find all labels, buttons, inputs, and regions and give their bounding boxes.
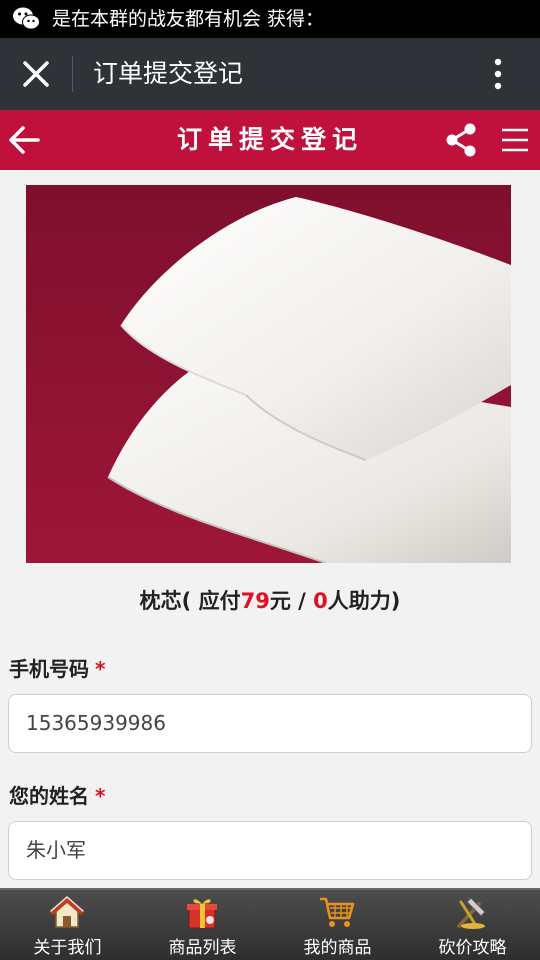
notification-bar: 是在本群的战友都有机会 获得：	[0, 0, 540, 38]
divider	[72, 56, 73, 92]
menu-icon[interactable]	[500, 124, 530, 156]
tab-label: 我的商品	[303, 938, 372, 958]
name-label: 您的姓名 *	[9, 784, 106, 808]
notification-text: 是在本群的战友都有机会 获得：	[52, 8, 325, 30]
more-options-icon[interactable]	[486, 54, 510, 94]
price-prefix: ( 应付	[181, 589, 241, 613]
tab-my-products[interactable]: 我的商品	[270, 890, 405, 960]
tab-about-us[interactable]: 关于我们	[0, 890, 135, 960]
browser-topbar: 订单提交登记	[0, 38, 540, 110]
tab-label: 砍价攻略	[438, 938, 507, 958]
page-header: 订单提交登记	[0, 110, 540, 170]
product-image	[26, 185, 511, 563]
helper-count: 0	[313, 589, 328, 613]
phone-input[interactable]: 15365939986	[8, 694, 532, 753]
helper-suffix: 人助力)	[327, 589, 401, 613]
close-icon[interactable]	[16, 54, 56, 94]
product-summary: 枕芯( 应付79元 / 0人助力)	[0, 585, 540, 615]
phone-label: 手机号码 *	[9, 657, 106, 681]
gift-icon	[187, 899, 217, 929]
tab-label: 商品列表	[168, 938, 237, 958]
required-mark: *	[95, 657, 106, 681]
wechat-icon	[13, 7, 40, 30]
share-icon[interactable]	[444, 122, 478, 158]
required-mark: *	[95, 784, 106, 808]
name-input[interactable]: 朱小军	[8, 821, 532, 880]
tab-label: 关于我们	[33, 938, 102, 958]
cart-icon	[320, 897, 355, 927]
bottom-tab-bar: 关于我们 商品列表 我的商品 砍价攻略	[0, 888, 540, 960]
tab-product-list[interactable]: 商品列表	[135, 890, 270, 960]
price-unit: 元 /	[269, 589, 306, 613]
hammer-icon	[457, 897, 486, 929]
browser-title: 订单提交登记	[93, 59, 244, 88]
tab-bargain-guide[interactable]: 砍价攻略	[405, 890, 540, 960]
product-price: 79	[240, 589, 270, 613]
house-icon	[50, 896, 84, 928]
product-name: 枕芯	[139, 589, 182, 613]
